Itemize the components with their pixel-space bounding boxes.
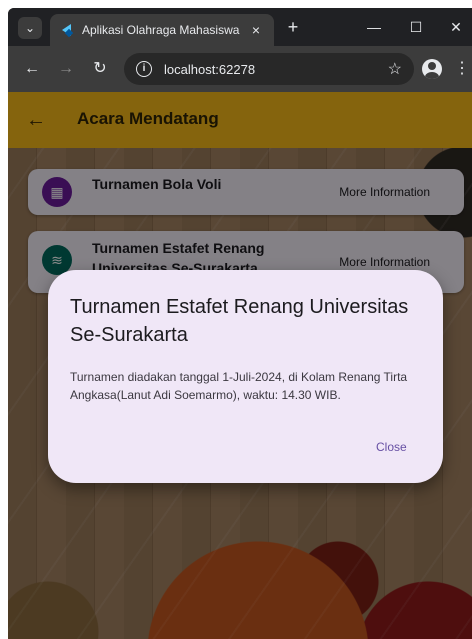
browser-tab[interactable]: Aplikasi Olahraga Mahasiswa × [50,14,274,46]
maximize-icon[interactable]: ☐ [402,16,430,38]
address-bar[interactable]: i localhost:62278 ☆ [124,53,414,85]
dialog-title: Turnamen Estafet Renang Universitas Se-S… [70,296,409,346]
dialog-body: Turnamen diadakan tanggal 1-Juli-2024, d… [70,370,408,402]
tab-bar: ⌄ Aplikasi Olahraga Mahasiswa × + — ☐ ✕ [8,8,472,46]
back-icon[interactable]: ← [20,57,44,81]
tab-search-icon[interactable]: ⌄ [18,17,42,39]
profile-icon[interactable] [422,59,442,79]
reload-icon[interactable]: ↻ [88,57,112,81]
url-text: localhost:62278 [164,61,256,77]
flutter-favicon-icon [60,23,74,37]
app-viewport: ← Acara Mendatang ▦ Turnamen Bola Voli M… [8,92,472,639]
close-button[interactable]: Close [376,440,407,454]
minimize-icon[interactable]: — [360,16,388,38]
menu-icon[interactable]: ⋮ [454,57,470,81]
forward-icon[interactable]: → [54,57,78,81]
browser-toolbar: ← → ↻ i localhost:62278 ☆ ⋮ [8,46,472,92]
tab-close-icon[interactable]: × [248,22,264,38]
close-icon[interactable]: ✕ [442,16,470,38]
tab-title: Aplikasi Olahraga Mahasiswa [82,23,240,37]
info-icon[interactable]: i [136,61,152,77]
event-detail-dialog: Turnamen Estafet Renang Universitas Se-S… [48,270,443,483]
new-tab-icon[interactable]: + [282,16,304,38]
star-icon[interactable]: ☆ [388,59,402,79]
browser-window: ⌄ Aplikasi Olahraga Mahasiswa × + — ☐ ✕ … [8,8,472,639]
